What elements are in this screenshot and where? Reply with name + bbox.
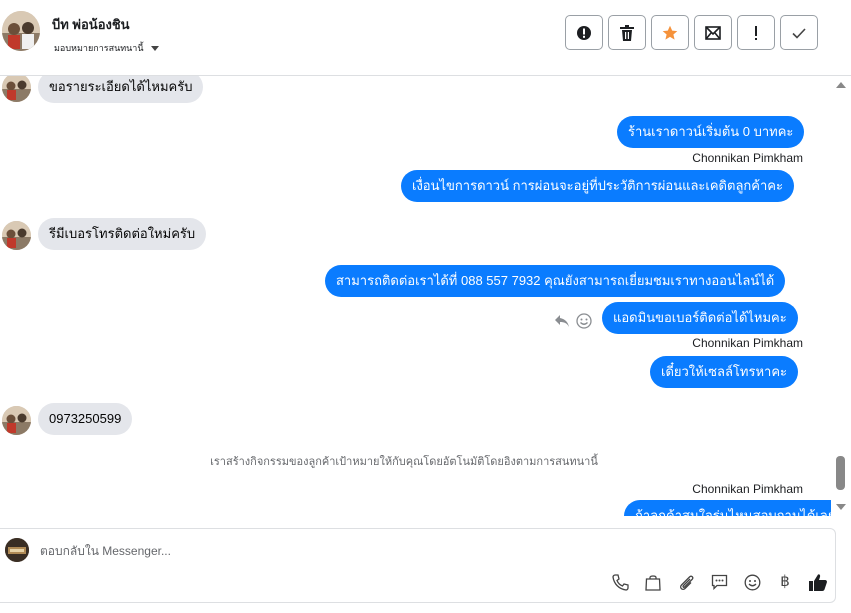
check-icon	[792, 27, 806, 39]
message-thread[interactable]: ขอรายระเอียดได้ไหมครับ ร้านเราดาวน์เริ่ม…	[0, 76, 831, 516]
outgoing-message[interactable]: แอดมินขอเบอร์ติดต่อได้ไหมคะ	[602, 302, 798, 334]
conversation-header: บีท พ่อน้องชิน มอบหมายการสนทนานี้	[0, 0, 851, 76]
composer-toolbar: ฿	[610, 572, 828, 592]
outgoing-message[interactable]: สามารถติดต่อเราได้ที่ 088 557 7932 คุณยั…	[325, 265, 786, 297]
sender-name: Chonnikan Pimkham	[692, 482, 803, 496]
scroll-up-arrow-icon[interactable]	[836, 82, 846, 88]
emoji-icon	[744, 574, 760, 590]
contact-avatar-small	[2, 76, 31, 102]
baht-icon: ฿	[780, 573, 790, 590]
important-button[interactable]	[737, 15, 775, 50]
assign-label: มอบหมายการสนทนานี้	[54, 43, 144, 53]
saved-replies-button[interactable]	[709, 572, 729, 592]
shop-button[interactable]	[643, 572, 663, 592]
paperclip-icon	[679, 575, 693, 590]
trash-icon	[620, 24, 634, 41]
assign-conversation-dropdown[interactable]: มอบหมายการสนทนานี้	[54, 41, 159, 55]
messenger-conversation: บีท พ่อน้องชิน มอบหมายการสนทนานี้ ขอรายร…	[0, 0, 851, 613]
reply-icon[interactable]	[554, 314, 570, 328]
reply-input[interactable]	[40, 542, 800, 560]
thread-scrollbar[interactable]	[831, 76, 851, 516]
shopping-bag-icon	[645, 574, 661, 591]
star-icon	[662, 25, 678, 40]
outgoing-message[interactable]: ถ้าลูกค้าสนใจรุ่นไหนสอบถามได้เลยนะคะ	[624, 500, 831, 516]
delete-button[interactable]	[608, 15, 646, 50]
incoming-message[interactable]: รีมีเบอรโทรติดต่อใหม่ครับ	[38, 218, 207, 250]
sender-name: Chonnikan Pimkham	[692, 336, 803, 350]
scroll-thumb[interactable]	[836, 456, 845, 490]
contact-avatar-small	[2, 406, 31, 435]
contact-avatar[interactable]	[2, 11, 40, 51]
spam-button[interactable]	[565, 15, 603, 50]
outgoing-message[interactable]: เงื่อนไขการดาวน์ การผ่อนจะอยู่ที่ประวัติ…	[401, 170, 794, 202]
outgoing-message[interactable]: เดี๋ยวให้เซลล์โทรหาคะ	[650, 356, 799, 388]
exclamation-icon	[755, 25, 757, 40]
system-note: เราสร้างกิจกรรมของลูกค้าเป้าหมายให้กับคุ…	[210, 456, 598, 468]
emoji-button[interactable]	[742, 572, 762, 592]
envelope-icon	[705, 25, 721, 40]
caret-down-icon	[150, 46, 159, 51]
incoming-message[interactable]: 0973250599	[38, 403, 133, 435]
incoming-message[interactable]: ขอรายระเอียดได้ไหมครับ	[38, 76, 204, 103]
contact-name[interactable]: บีท พ่อน้องชิน	[52, 14, 130, 35]
message-hover-actions	[554, 313, 592, 329]
outgoing-message[interactable]: ร้านเราดาวน์เริ่มต้น 0 บาทคะ	[617, 116, 805, 148]
like-button[interactable]	[808, 572, 828, 592]
conversation-actions	[565, 15, 818, 50]
contact-avatar-small	[2, 221, 31, 250]
sender-name: Chonnikan Pimkham	[692, 151, 803, 165]
react-emoji-icon[interactable]	[576, 313, 592, 329]
scroll-down-arrow-icon[interactable]	[836, 504, 846, 510]
call-button[interactable]	[610, 572, 630, 592]
mark-unread-button[interactable]	[694, 15, 732, 50]
done-button[interactable]	[780, 15, 818, 50]
alert-circle-icon	[577, 25, 591, 40]
saved-replies-icon	[711, 574, 727, 590]
phone-icon	[611, 573, 629, 591]
payment-button[interactable]: ฿	[775, 572, 795, 592]
attach-button[interactable]	[676, 572, 696, 592]
thumbs-up-icon	[809, 573, 827, 591]
star-button[interactable]	[651, 15, 689, 50]
page-avatar	[5, 538, 29, 562]
reply-composer: ฿	[0, 528, 836, 603]
